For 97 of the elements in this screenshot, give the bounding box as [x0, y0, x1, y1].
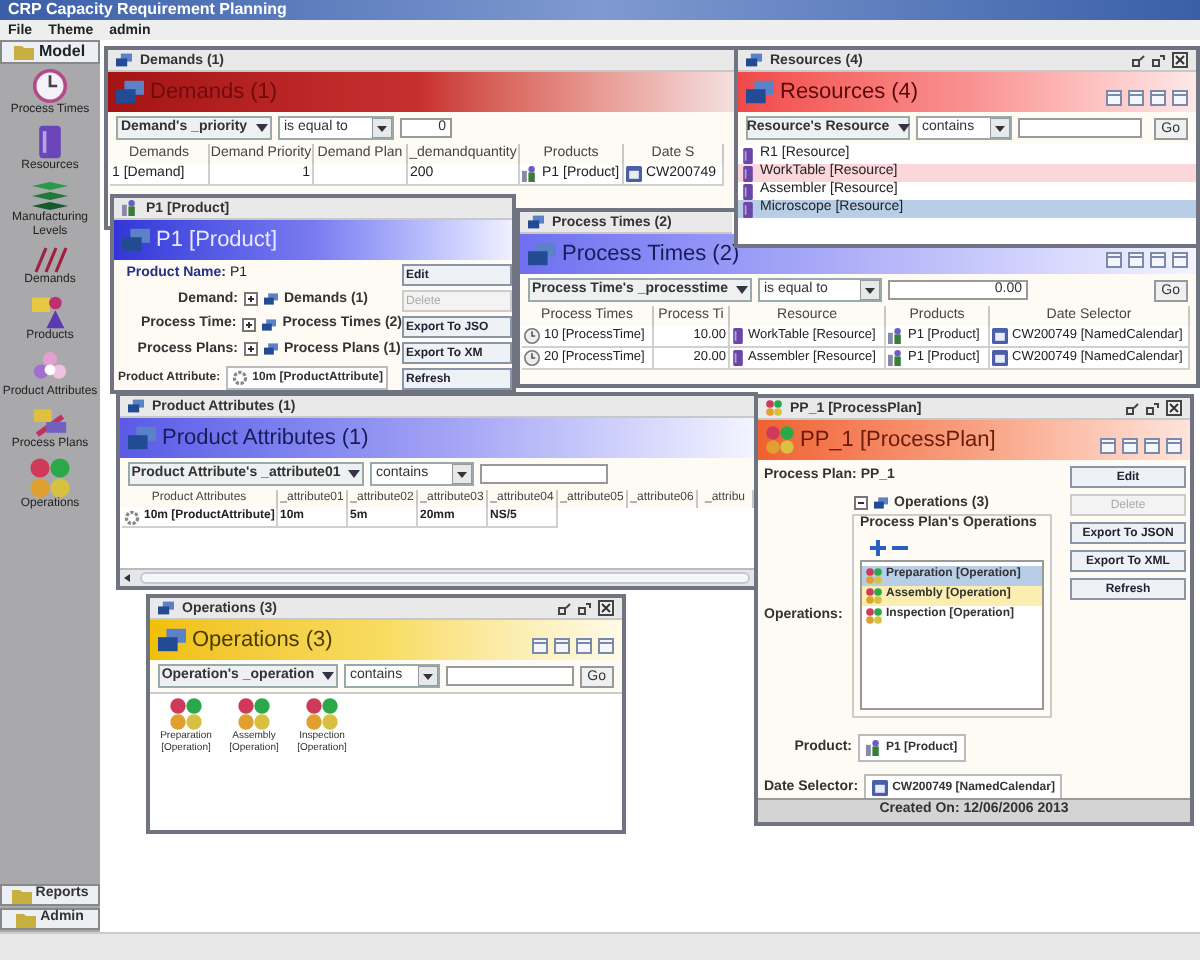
header-title: Process Times (2) [562, 243, 740, 265]
filter-field[interactable] [480, 464, 608, 484]
expand-icon[interactable] [244, 292, 258, 307]
calendar-icon [626, 166, 642, 182]
header-title: Operations (3) [192, 629, 333, 651]
view-icon[interactable] [1106, 90, 1122, 106]
dropdown-arrow-icon[interactable] [452, 464, 472, 484]
maximize-icon[interactable] [1152, 53, 1166, 67]
stack-icon [528, 214, 544, 230]
stack-icon [116, 52, 132, 68]
minimize-icon[interactable] [1126, 401, 1140, 415]
caret-icon [255, 124, 268, 132]
gear-icon [124, 509, 140, 525]
figure-icon [32, 294, 68, 330]
view-icon[interactable] [1106, 252, 1122, 268]
header-title: P1 [Product] [156, 229, 278, 251]
folder-icon [14, 44, 35, 60]
view-icon[interactable] [1172, 90, 1188, 106]
maximize-icon[interactable] [578, 601, 592, 615]
view-icon[interactable] [1100, 438, 1116, 454]
stack-icon [874, 496, 888, 511]
circles-icon [866, 587, 882, 603]
clock-icon [32, 68, 68, 104]
maximize-icon[interactable] [1146, 401, 1160, 415]
expand-icon[interactable] [244, 342, 258, 357]
dropdown-arrow-icon[interactable] [417, 666, 438, 686]
header-title: PP_1 [ProcessPlan] [800, 429, 996, 451]
dropdown-arrow-icon[interactable] [990, 118, 1010, 138]
view-icon[interactable] [598, 638, 614, 654]
clock-icon [524, 350, 540, 366]
circles-icon [238, 698, 270, 730]
view-icon[interactable] [532, 638, 548, 654]
stack-icon [528, 240, 556, 268]
view-icon[interactable] [1144, 438, 1160, 454]
dropdown-arrow-icon[interactable] [372, 118, 392, 138]
collapse-icon[interactable] [854, 496, 868, 511]
stack-icon [128, 424, 156, 452]
sidebar-tab[interactable]: Model [0, 40, 100, 64]
view-icon[interactable] [1128, 90, 1144, 106]
circles-icon [306, 698, 338, 730]
circles-icon [866, 607, 882, 623]
plus-icon[interactable] [870, 539, 886, 555]
layers-icon [30, 180, 70, 212]
slashes-icon [32, 246, 68, 274]
view-icon[interactable] [1122, 438, 1138, 454]
figure-icon [866, 740, 882, 756]
header-title: Product Attributes (1) [162, 427, 369, 449]
caret-icon [348, 470, 361, 478]
filter-field[interactable] [1018, 118, 1142, 138]
folder-icon [11, 887, 32, 903]
caret-icon [897, 124, 910, 132]
table-cell [314, 164, 408, 186]
gear-icon [232, 370, 249, 386]
bin-icon [732, 328, 744, 344]
folder-icon [16, 911, 37, 927]
stack-icon [746, 52, 762, 68]
view-icon[interactable] [1172, 252, 1188, 268]
filter-field[interactable] [445, 666, 574, 686]
view-icon[interactable] [1166, 438, 1182, 454]
stack-icon [116, 78, 144, 106]
stack-icon [158, 626, 186, 654]
dropdown-arrow-icon[interactable] [860, 280, 880, 300]
close-icon[interactable] [1166, 400, 1182, 416]
horizontal-scrollbar[interactable] [120, 568, 754, 586]
circles-icon [766, 426, 794, 454]
view-icon[interactable] [554, 638, 570, 654]
figure-icon [888, 350, 904, 366]
plan-icon [32, 406, 68, 438]
minimize-icon[interactable] [558, 601, 572, 615]
figure-icon [122, 200, 138, 216]
expand-icon[interactable] [242, 317, 257, 332]
header-title: Demands (1) [150, 81, 278, 103]
figure-icon [888, 328, 904, 344]
stack-icon [122, 226, 150, 254]
bin-icon [732, 350, 744, 366]
view-icon[interactable] [576, 638, 592, 654]
clock-icon [524, 328, 540, 344]
figure-icon [522, 166, 538, 182]
circles-icon [170, 698, 202, 730]
stack-icon [158, 600, 174, 616]
stack-icon [746, 78, 774, 106]
minimize-icon[interactable] [1132, 53, 1146, 67]
view-icon[interactable] [1150, 252, 1166, 268]
header-title: Resources (4) [780, 81, 919, 103]
calendar-icon [872, 780, 889, 796]
circles-icon [766, 400, 782, 416]
stack-icon [128, 398, 144, 414]
circles-icon [30, 458, 70, 498]
view-icon[interactable] [1150, 90, 1166, 106]
close-icon[interactable] [1172, 52, 1188, 68]
circles-icon [866, 567, 882, 583]
caret-icon [736, 286, 749, 294]
app-title: CRP Capacity Requirement Planning [8, 2, 287, 18]
close-icon[interactable] [598, 600, 614, 616]
view-icon[interactable] [1128, 252, 1144, 268]
caret-icon [322, 672, 335, 680]
bin-icon [36, 124, 64, 160]
